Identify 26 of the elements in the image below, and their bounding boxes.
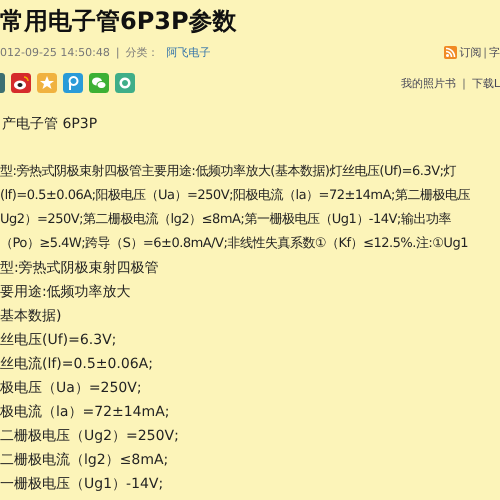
spec-line: 基本数据) — [0, 307, 62, 326]
header-link[interactable]: 订阅 — [459, 44, 482, 60]
separator: | — [462, 76, 466, 90]
separator: | — [483, 46, 487, 58]
spec-line: 要用途:低频功率放大 — [0, 283, 132, 302]
spec-line: 丝电流(lf)=0.5±0.06A; — [0, 355, 154, 374]
spec-line: 一栅极电压（Ug1）-14V; — [0, 475, 164, 494]
header-link[interactable]: 字 — [489, 44, 500, 60]
spec-line: 极电流（la）=72±14mA; — [0, 403, 170, 422]
category-label: 分类： — [126, 44, 159, 60]
article-title: 常用电子管6P3P参数 — [0, 6, 238, 36]
header-link[interactable]: 我的照片书 — [401, 76, 456, 90]
spec-line: 二栅极电流（lg2）≤8mA; — [0, 451, 170, 470]
weibo-icon[interactable] — [11, 73, 31, 93]
rss-icon[interactable] — [444, 46, 458, 58]
spec-line: 极电压（Ua）=250V; — [0, 379, 143, 398]
separator: | — [116, 46, 120, 58]
spec-line: 二栅极电压（Ug2）=250V; — [0, 427, 180, 446]
chat-icon[interactable] — [89, 73, 109, 93]
header-link[interactable]: 下载L — [472, 76, 500, 90]
spec-line: 型:旁热式阴极束射四极管 — [0, 259, 160, 278]
body-heading: 产电子管 6P3P — [2, 115, 98, 134]
category-link[interactable]: 阿飞电子 — [166, 44, 211, 60]
spec-line: 丝电压(Uf)=6.3V; — [0, 331, 118, 350]
article-paragraph: 型:旁热式阴极束射四极管主要用途:低频功率放大(基本数据)灯丝电压(Uf)=6.3V;灯 (lf)=0.5±0.06A;阳极电压（Ua）=250V;阳极电流（la）=72±14mA;第二栅极电压 Ug2）=250V;第二栅极电流（lg2）≤8mA;第一栅极电压（Ug1）-14V;输出功率 （Po）≥5.4W;跨导（S）=6±0.8mA/V;非线性失真系数①（Kf）≤12.5%.注:①Ug1 — [0, 163, 471, 253]
post-date: 012-09-25 14:50:48 — [0, 46, 110, 58]
